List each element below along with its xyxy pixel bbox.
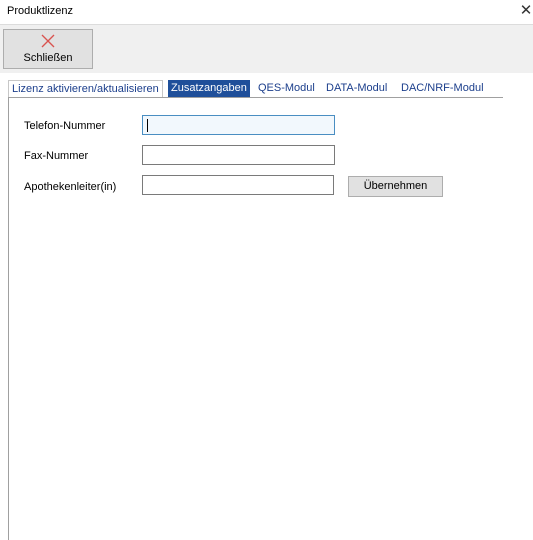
tab-strip: Lizenz aktivieren/aktualisieren Zusatzan… [8, 80, 503, 98]
window-close-icon[interactable]: ✕ [519, 2, 533, 20]
apply-button[interactable]: Übernehmen [348, 176, 443, 197]
fax-label: Fax-Nummer [24, 150, 89, 162]
text-caret [147, 119, 148, 132]
tab-dac-nrf-module[interactable]: DAC/NRF-Modul [401, 80, 484, 97]
phone-label: Telefon-Nummer [24, 120, 106, 132]
manager-input[interactable] [142, 175, 334, 195]
manager-label: Apothekenleiter(in) [24, 181, 117, 193]
title-bar: Produktlizenz ✕ [0, 0, 533, 24]
toolbar: Schließen [0, 24, 533, 73]
close-button-label: Schließen [23, 52, 73, 64]
fax-input[interactable] [142, 145, 335, 165]
tab-additional-info[interactable]: Zusatzangaben [168, 80, 250, 97]
close-icon [40, 33, 56, 49]
license-window: Produktlizenz ✕ Schließen Lizenz aktivie… [0, 0, 533, 540]
close-button[interactable]: Schließen [3, 29, 93, 69]
phone-input[interactable] [142, 115, 335, 135]
tab-license-activate[interactable]: Lizenz aktivieren/aktualisieren [8, 80, 163, 97]
window-title: Produktlizenz [7, 5, 74, 17]
tab-qes-module[interactable]: QES-Modul [258, 80, 315, 97]
tab-data-module[interactable]: DATA-Modul [326, 80, 387, 97]
